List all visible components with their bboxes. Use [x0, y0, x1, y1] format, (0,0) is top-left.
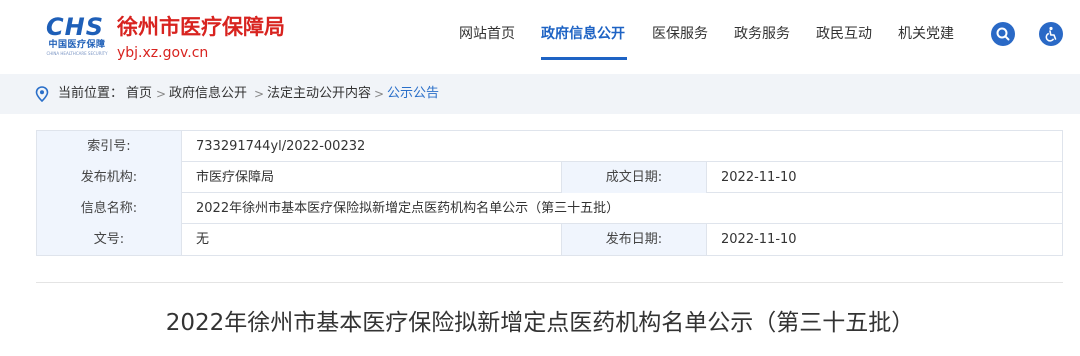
created-date-label: 成文日期:: [562, 162, 707, 193]
breadcrumb-current-announcements[interactable]: 公示公告: [387, 85, 439, 103]
logo-mark: CHS: [46, 13, 104, 41]
search-icon: [996, 27, 1010, 41]
info-name-value: 2022年徐州市基本医疗保险拟新增定点医药机构名单公示（第三十五批）: [196, 201, 620, 216]
nav-item-public-interaction[interactable]: 政民互动: [816, 24, 872, 44]
breadcrumb-separator: >: [374, 87, 385, 101]
doc-number-label: 文号:: [37, 224, 182, 255]
site-header: CHS 中国医疗保障 CHINA HEALTHCARE SECURITY 徐州市…: [0, 0, 1080, 72]
breadcrumb-label: 当前位置：: [58, 86, 124, 101]
publisher-value: 市医疗保障局: [182, 162, 562, 193]
nav-item-government-info[interactable]: 政府信息公开: [541, 24, 625, 44]
accessibility-button[interactable]: [1039, 22, 1063, 46]
site-title[interactable]: 徐州市医疗保障局: [117, 14, 285, 40]
accessibility-icon: [1045, 26, 1057, 42]
doc-number-value: 无: [182, 224, 562, 255]
published-date-label: 发布日期:: [562, 224, 707, 255]
search-button[interactable]: [991, 22, 1015, 46]
location-pin-icon: [35, 86, 49, 102]
breadcrumb-home[interactable]: 首页: [126, 85, 152, 103]
published-date-value: 2022-11-10: [721, 232, 797, 247]
document-meta-table: 索引号: 733291744yl/2022-00232 发布机构: 市医疗保障局…: [36, 130, 1063, 256]
nav-item-medical-insurance-services[interactable]: 医保服务: [652, 24, 708, 44]
breadcrumb-government-info[interactable]: 政府信息公开: [169, 85, 247, 103]
site-domain: ybj.xz.gov.cn: [117, 45, 209, 61]
meta-row-info-name: 信息名称: 2022年徐州市基本医疗保险拟新增定点医药机构名单公示（第三十五批）: [37, 193, 1062, 224]
meta-row-doc-number: 文号: 无 发布日期: 2022-11-10: [37, 224, 1062, 255]
breadcrumb-separator: >: [156, 87, 167, 101]
publisher-label: 发布机构:: [37, 162, 182, 193]
article-title: 2022年徐州市基本医疗保险拟新增定点医药机构名单公示（第三十五批）: [165, 310, 915, 336]
created-date-value: 2022-11-10: [721, 170, 797, 185]
index-number-label: 索引号:: [37, 131, 182, 162]
nav-item-government-services[interactable]: 政务服务: [734, 24, 790, 44]
nav-item-home[interactable]: 网站首页: [459, 24, 515, 44]
index-number-value: 733291744yl/2022-00232: [196, 139, 366, 154]
logo-english-text: CHINA HEALTHCARE SECURITY: [46, 51, 108, 56]
site-logo[interactable]: CHS 中国医疗保障 CHINA HEALTHCARE SECURITY: [44, 14, 110, 58]
breadcrumb: 当前位置： 首页 > 政府信息公开 > 法定主动公开内容 > 公示公告: [0, 74, 1080, 114]
breadcrumb-separator: >: [254, 87, 265, 101]
nav-item-party-building[interactable]: 机关党建: [898, 24, 954, 44]
breadcrumb-statutory-disclosure[interactable]: 法定主动公开内容: [267, 85, 371, 103]
meta-row-index: 索引号: 733291744yl/2022-00232: [37, 131, 1062, 162]
logo-chinese-text: 中国医疗保障: [48, 40, 106, 50]
nav-active-indicator: [541, 57, 627, 60]
meta-row-publisher: 发布机构: 市医疗保障局 成文日期: 2022-11-10: [37, 162, 1062, 193]
content-divider: [36, 282, 1063, 283]
info-name-label: 信息名称:: [37, 193, 182, 224]
